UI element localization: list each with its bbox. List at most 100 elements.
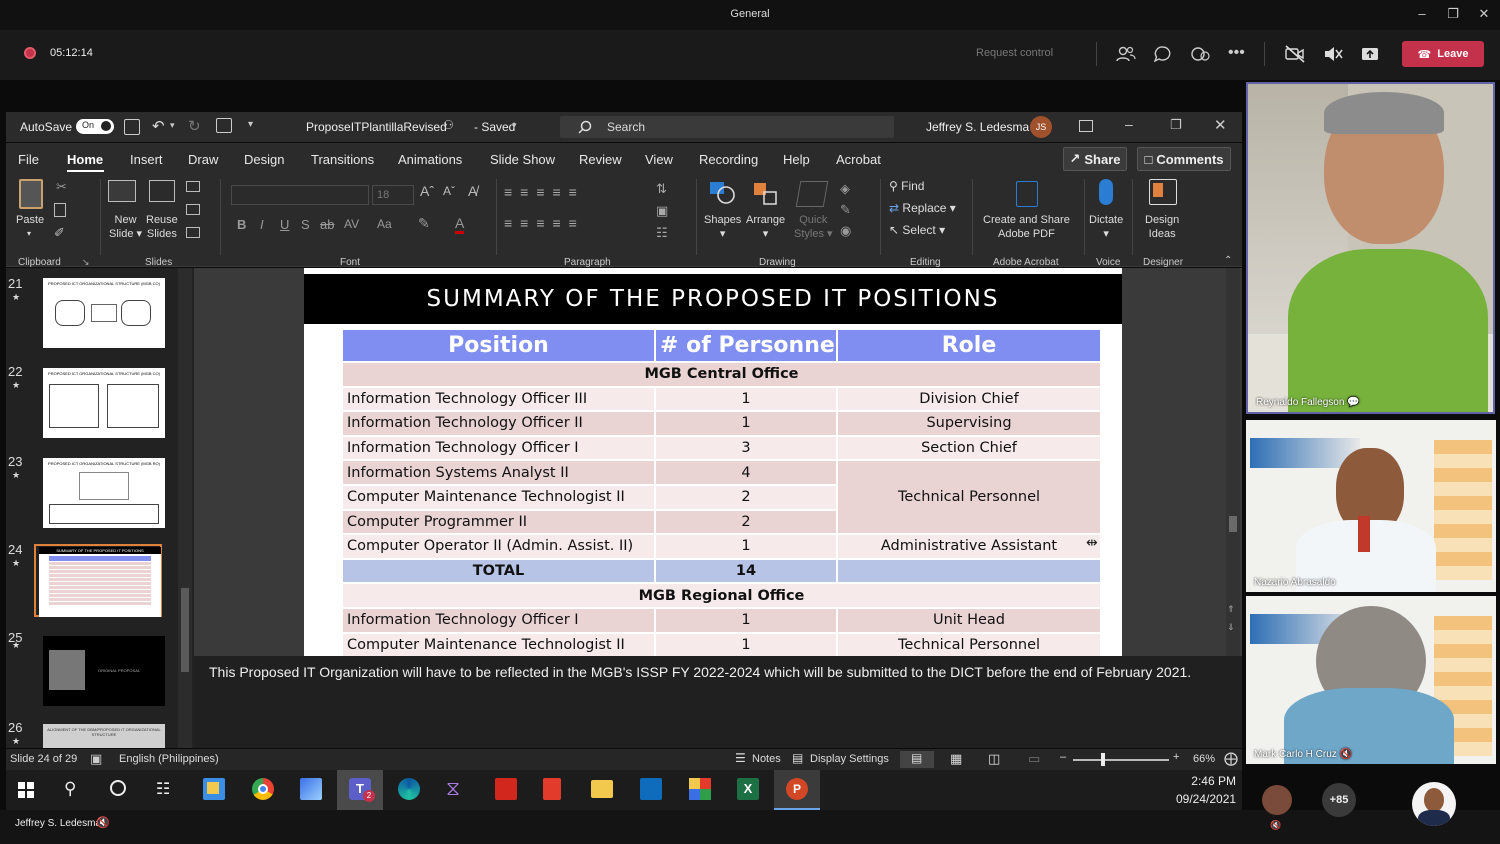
tab-help[interactable]: Help bbox=[783, 152, 810, 167]
fit-to-window-icon[interactable]: ⨁ bbox=[1224, 750, 1238, 767]
display-settings-icon[interactable]: ▤ bbox=[792, 751, 803, 765]
zoom-in-icon[interactable]: + bbox=[1173, 751, 1179, 763]
clipboard-launcher-icon[interactable]: ↘ bbox=[82, 257, 90, 268]
notes-button[interactable]: Notes bbox=[752, 753, 781, 765]
tab-recording[interactable]: Recording bbox=[699, 152, 758, 167]
next-slide-icon[interactable]: ⇓ bbox=[1227, 622, 1235, 633]
replace-button[interactable]: ⇄ Replace ▾ bbox=[889, 201, 956, 215]
camera-off-icon[interactable] bbox=[1284, 44, 1306, 64]
slide-thumbnail-25[interactable]: ORIGINAL PROPOSAL bbox=[43, 636, 165, 706]
tab-review[interactable]: Review bbox=[579, 152, 622, 167]
font-size-input[interactable]: 18 bbox=[372, 185, 414, 205]
previous-slide-icon[interactable]: ⇑ bbox=[1227, 604, 1235, 615]
task-view-icon[interactable]: ☷ bbox=[156, 779, 170, 799]
search-box[interactable]: Search bbox=[560, 116, 894, 138]
ppt-minimize-icon[interactable]: – bbox=[1125, 116, 1133, 132]
arrange-icon[interactable] bbox=[752, 181, 780, 207]
display-settings-button[interactable]: Display Settings bbox=[810, 753, 889, 765]
ribbon-display-icon[interactable] bbox=[1079, 120, 1093, 132]
cortana-icon[interactable] bbox=[110, 780, 126, 796]
document-filename[interactable]: ProposeITPlantillaRevised bbox=[306, 120, 447, 134]
tab-slide-show[interactable]: Slide Show bbox=[490, 152, 555, 167]
minimize-icon[interactable]: – bbox=[1412, 6, 1432, 21]
character-spacing-icon[interactable]: AV bbox=[344, 217, 359, 231]
shapes-button[interactable]: Shapes ▾ bbox=[704, 213, 741, 241]
user-avatar[interactable]: JS bbox=[1030, 116, 1052, 138]
tab-view[interactable]: View bbox=[645, 152, 673, 167]
shapes-icon[interactable] bbox=[709, 181, 737, 205]
bold-icon[interactable]: B bbox=[237, 217, 246, 232]
teams-taskbar-button[interactable]: T 2 bbox=[337, 770, 383, 810]
ppt-restore-icon[interactable]: ❐ bbox=[1170, 117, 1182, 133]
save-icon[interactable] bbox=[124, 119, 140, 135]
outlook-icon[interactable] bbox=[640, 778, 662, 800]
increase-font-icon[interactable]: Aˆ bbox=[420, 183, 434, 199]
mic-muted-icon[interactable] bbox=[1322, 44, 1344, 64]
zoom-level[interactable]: 66% bbox=[1193, 753, 1215, 765]
participant-avatar[interactable] bbox=[1262, 785, 1292, 815]
undo-icon[interactable]: ↶ bbox=[152, 117, 165, 135]
thumbnail-scrollbar[interactable] bbox=[178, 268, 192, 748]
speaker-notes-pane[interactable]: This Proposed IT Organization will have … bbox=[194, 656, 1242, 748]
video-tile-speaker[interactable]: Reynaldo Fallegson 💬 bbox=[1246, 82, 1495, 414]
maximize-icon[interactable]: ❐ bbox=[1443, 6, 1463, 22]
share-content-icon[interactable] bbox=[1359, 44, 1381, 64]
quick-styles-button[interactable]: Quick Styles ▾ bbox=[794, 213, 833, 241]
present-from-beginning-icon[interactable] bbox=[216, 118, 232, 133]
editor-scrollbar[interactable]: ⇑ ⇓ bbox=[1226, 268, 1240, 656]
normal-view-button[interactable]: ▤ bbox=[900, 751, 934, 768]
ppt-close-icon[interactable]: ✕ bbox=[1214, 116, 1227, 134]
paste-button[interactable]: Paste bbox=[16, 213, 44, 227]
video-tile-participant[interactable]: Nazario Abrasaldo bbox=[1246, 420, 1496, 592]
taskbar-search-icon[interactable]: ⚲ bbox=[64, 779, 76, 799]
whiteboard-icon[interactable] bbox=[300, 778, 322, 800]
dictate-button[interactable]: Dictate ▾ bbox=[1089, 213, 1123, 241]
chrome-icon[interactable] bbox=[252, 778, 274, 800]
tab-draw[interactable]: Draw bbox=[188, 152, 218, 167]
create-share-pdf-button[interactable]: Create and Share Adobe PDF bbox=[983, 213, 1070, 241]
slide-thumbnail-22[interactable]: PROPOSED ICT ORGANIZATIONAL STRUCTURE (M… bbox=[43, 368, 165, 438]
zoom-slider[interactable] bbox=[1073, 759, 1169, 761]
decrease-font-icon[interactable]: Aˇ bbox=[443, 184, 455, 198]
winrar-icon[interactable] bbox=[689, 778, 711, 800]
redo-icon[interactable]: ↻ bbox=[188, 117, 201, 135]
arrange-button[interactable]: Arrange ▾ bbox=[746, 213, 785, 241]
customize-toolbar-icon[interactable]: ▾ bbox=[248, 119, 253, 130]
reactions-icon[interactable] bbox=[1189, 44, 1211, 64]
excel-icon[interactable]: X bbox=[737, 778, 759, 800]
italic-icon[interactable]: I bbox=[260, 217, 264, 232]
self-avatar[interactable] bbox=[1412, 782, 1456, 826]
accessibility-icon[interactable]: ▣ bbox=[90, 751, 102, 767]
slide-thumbnail-24[interactable]: SUMMARY OF THE PROPOSED IT POSITIONS bbox=[39, 547, 161, 617]
highlight-icon[interactable]: ✎ bbox=[418, 215, 430, 232]
autosave-toggle[interactable]: On bbox=[76, 119, 114, 134]
underline-icon[interactable]: U bbox=[280, 217, 289, 232]
design-ideas-button[interactable]: Design Ideas bbox=[1145, 213, 1179, 241]
tab-file[interactable]: File bbox=[18, 152, 39, 167]
more-participants-badge[interactable]: +85 bbox=[1322, 783, 1356, 817]
slide-sorter-icon[interactable]: ▦ bbox=[950, 751, 962, 767]
video-tile-participant[interactable]: Mark Carlo H Cruz 🔇 bbox=[1246, 596, 1496, 764]
pdf-reader-icon[interactable] bbox=[543, 778, 561, 800]
reading-view-icon[interactable]: ◫ bbox=[988, 751, 1000, 767]
copy-icon[interactable] bbox=[54, 203, 66, 217]
font-name-input[interactable] bbox=[231, 185, 369, 205]
reuse-slides-button[interactable]: Reuse Slides bbox=[146, 213, 178, 241]
request-control-button[interactable]: Request control bbox=[976, 47, 1053, 59]
reset-icon[interactable] bbox=[186, 204, 200, 215]
select-button[interactable]: ↖ Select ▾ bbox=[889, 223, 945, 237]
reuse-slides-icon[interactable] bbox=[149, 180, 175, 202]
save-status[interactable]: - Saved bbox=[474, 120, 515, 134]
visual-studio-icon[interactable]: ⧖ bbox=[446, 778, 468, 800]
paste-icon[interactable] bbox=[19, 179, 43, 209]
shape-fill-icon[interactable]: ◈ bbox=[840, 181, 850, 197]
smartart-icon[interactable]: ☷ bbox=[656, 225, 668, 241]
tab-acrobat[interactable]: Acrobat bbox=[836, 152, 881, 167]
align-icons[interactable]: ≡≡≡≡≡ bbox=[504, 215, 585, 231]
new-slide-button[interactable]: New Slide ▾ bbox=[109, 213, 142, 241]
create-pdf-icon[interactable] bbox=[1016, 181, 1038, 207]
zoom-slider-thumb[interactable] bbox=[1101, 753, 1105, 766]
slide-thumbnail-21[interactable]: PROPOSED ICT ORGANIZATIONAL STRUCTURE (M… bbox=[43, 278, 165, 348]
quick-styles-icon[interactable] bbox=[795, 181, 829, 207]
section-icon[interactable] bbox=[186, 227, 200, 238]
